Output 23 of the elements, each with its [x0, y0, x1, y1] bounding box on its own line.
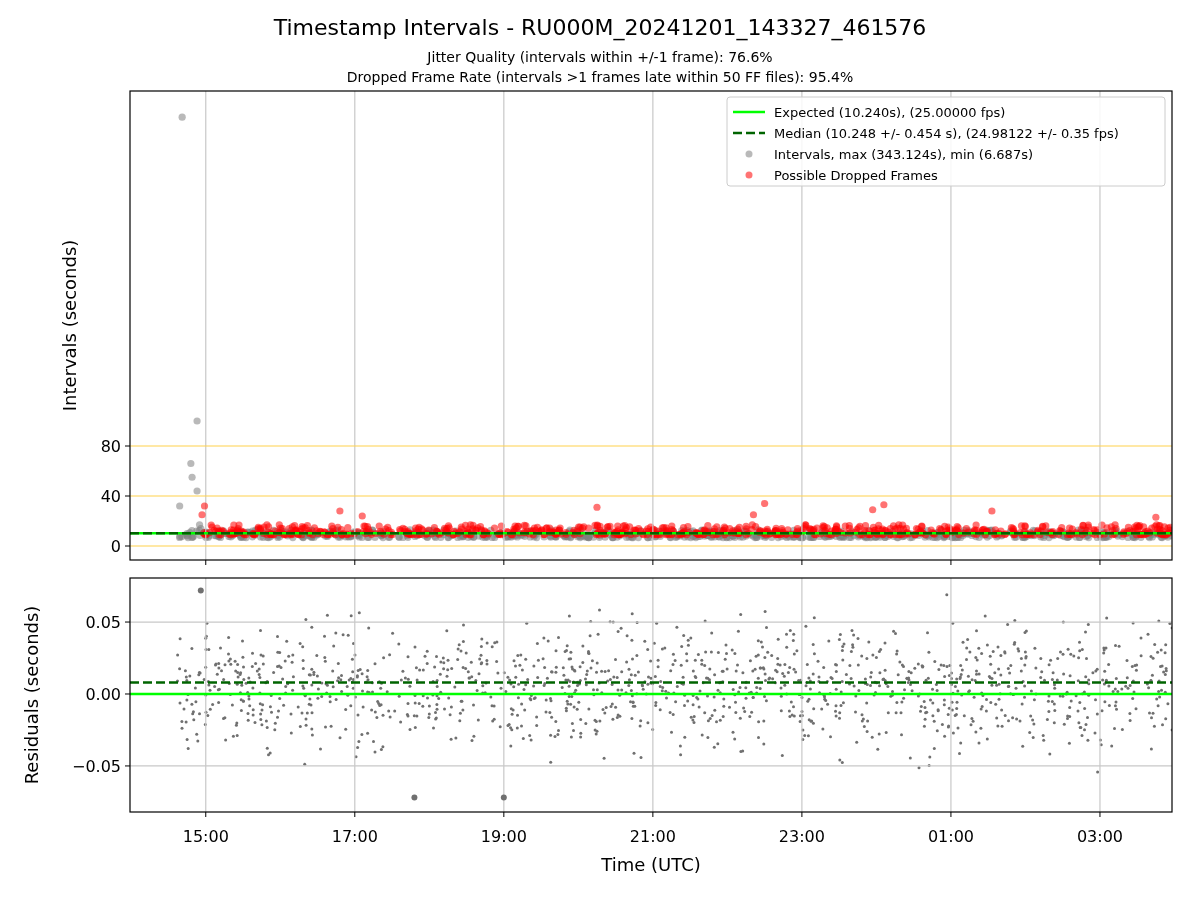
- x-tick-label: 17:00: [331, 827, 378, 846]
- y-tick-label: 0.00: [85, 685, 121, 704]
- chart-title: Timestamp Intervals - RU000M_20241201_143327_461576: [273, 14, 927, 42]
- legend-label: Median (10.248 +/- 0.454 s), (24.98122 +/- 0.35 fps): [774, 125, 1119, 141]
- x-tick-label: 21:00: [629, 827, 676, 846]
- y-axis-label: Intervals (seconds): [59, 239, 80, 412]
- legend-label: Possible Dropped Frames: [774, 167, 938, 183]
- x-tick-label: 23:00: [778, 827, 825, 846]
- y-axis-label: Residuals (seconds): [21, 605, 42, 785]
- x-axis-label: Time (UTC): [601, 854, 701, 875]
- x-tick-label: 19:00: [480, 827, 527, 846]
- x-tick-label: 03:00: [1076, 827, 1123, 846]
- chart-subtitle: Jitter Quality (intervals within +/-1 frame): 76.6%: [427, 48, 773, 67]
- legend-label: Intervals, max (343.124s), min (6.687s): [774, 146, 1033, 162]
- x-tick-label: 15:00: [182, 827, 229, 846]
- y-tick-label: 40: [100, 487, 121, 506]
- y-tick-label: 0: [110, 537, 121, 556]
- y-tick-label: −0.05: [71, 756, 121, 776]
- y-tick-label: 80: [100, 437, 121, 456]
- y-tick-label: 0.05: [85, 613, 121, 633]
- chart-subtitle: Dropped Frame Rate (intervals >1 frames late within 50 FF files): 95.4%: [346, 68, 854, 87]
- legend-label: Expected (10.240s), (25.00000 fps): [774, 104, 1006, 120]
- x-tick-label: 01:00: [927, 827, 974, 846]
